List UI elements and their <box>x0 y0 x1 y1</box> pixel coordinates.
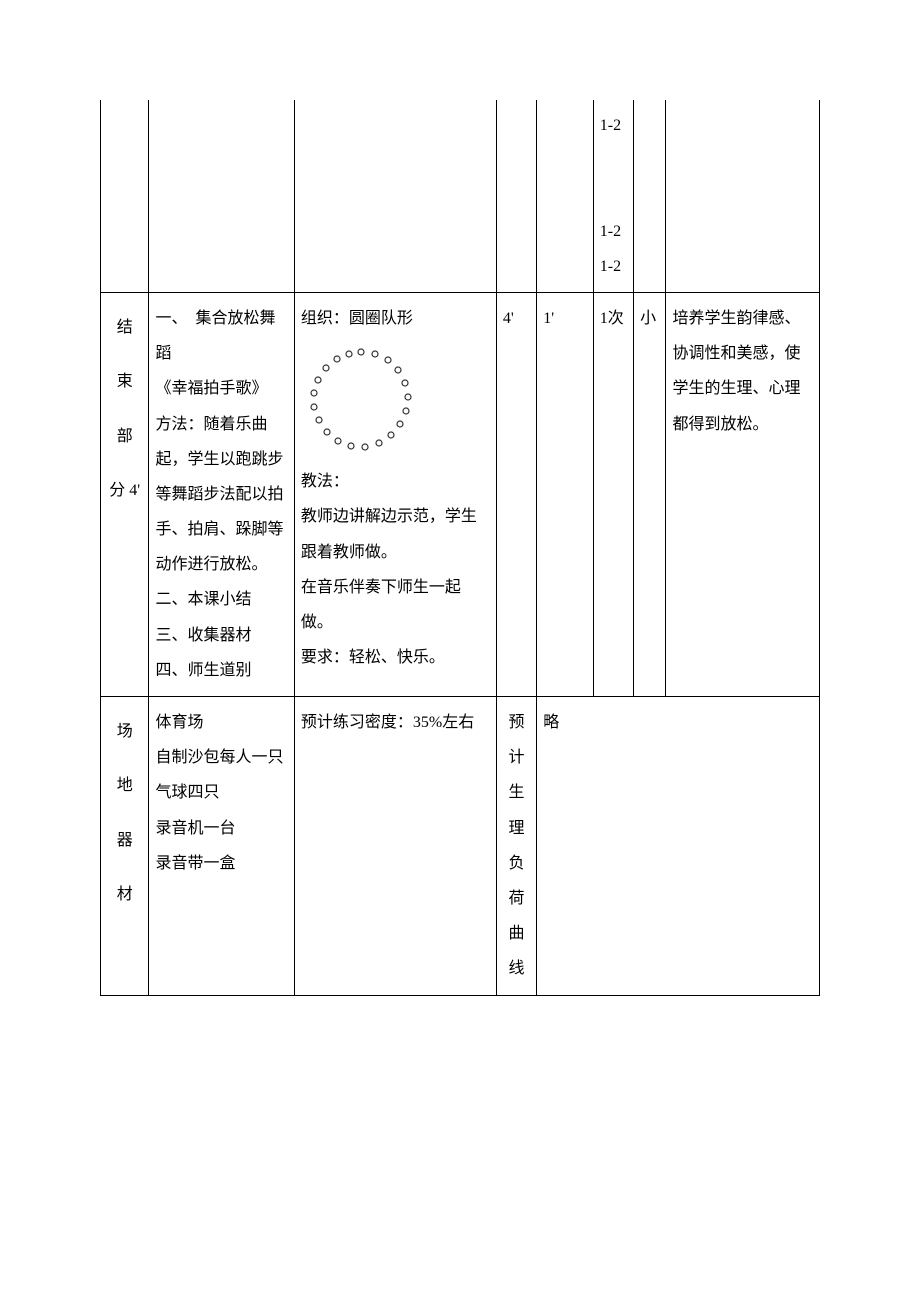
end-organization: 组织：圆圈队形 教法： 教师边讲解边示范，学生跟着教师做。 在音乐伴奏下师生一起… <box>294 292 496 696</box>
prev-time2 <box>537 100 594 292</box>
prev-content <box>149 100 294 292</box>
prev-section-label <box>101 100 149 292</box>
label-char: 束 <box>107 355 142 409</box>
end-intensity: 小 <box>634 292 666 696</box>
label-char: 分 4' <box>107 464 142 518</box>
end-goal: 培养学生韵律感、协调性和美感，使学生的生理、心理都得到放松。 <box>666 292 820 696</box>
label-char: 器 <box>107 814 142 868</box>
physio-curve-value: 略 <box>537 697 820 996</box>
equipment-list: 体育场 自制沙包每人一只 气球四只 录音机一台 录音带一盒 <box>149 697 294 996</box>
label-char: 场 <box>107 705 142 759</box>
lesson-plan-table: 1-2 1-2 1-2 结 束 部 分 4' 一、 集合放松舞蹈 《幸福拍手歌》… <box>100 100 820 996</box>
prev-intensity <box>634 100 666 292</box>
end-content: 一、 集合放松舞蹈 《幸福拍手歌》 方法：随着乐曲起，学生以跑跳步等舞蹈步法配以… <box>149 292 294 696</box>
prev-time1 <box>496 100 536 292</box>
table-row: 场 地 器 材 体育场 自制沙包每人一只 气球四只 录音机一台 录音带一盒 预计… <box>101 697 820 996</box>
label-char: 结 <box>107 301 142 355</box>
end-count: 1次 <box>593 292 633 696</box>
end-time-total: 4' <box>496 292 536 696</box>
label-char: 材 <box>107 868 142 922</box>
table-row: 1-2 1-2 1-2 <box>101 100 820 292</box>
prev-count: 1-2 1-2 1-2 <box>593 100 633 292</box>
physio-curve-label: 预 计 生 理 负 荷 曲 线 <box>496 697 536 996</box>
equipment-label: 场 地 器 材 <box>101 697 149 996</box>
label-char: 部 <box>107 410 142 464</box>
org-title: 组织：圆圈队形 <box>301 301 490 336</box>
label-char: 地 <box>107 759 142 813</box>
end-section-label: 结 束 部 分 4' <box>101 292 149 696</box>
table-row: 结 束 部 分 4' 一、 集合放松舞蹈 《幸福拍手歌》 方法：随着乐曲起，学生… <box>101 292 820 696</box>
circle-formation-icon <box>301 340 421 460</box>
end-time-sub: 1' <box>537 292 594 696</box>
density-estimate: 预计练习密度：35%左右 <box>294 697 496 996</box>
prev-org <box>294 100 496 292</box>
prev-goal <box>666 100 820 292</box>
org-method: 教法： 教师边讲解边示范，学生跟着教师做。 在音乐伴奏下师生一起做。 要求：轻松… <box>301 464 490 675</box>
